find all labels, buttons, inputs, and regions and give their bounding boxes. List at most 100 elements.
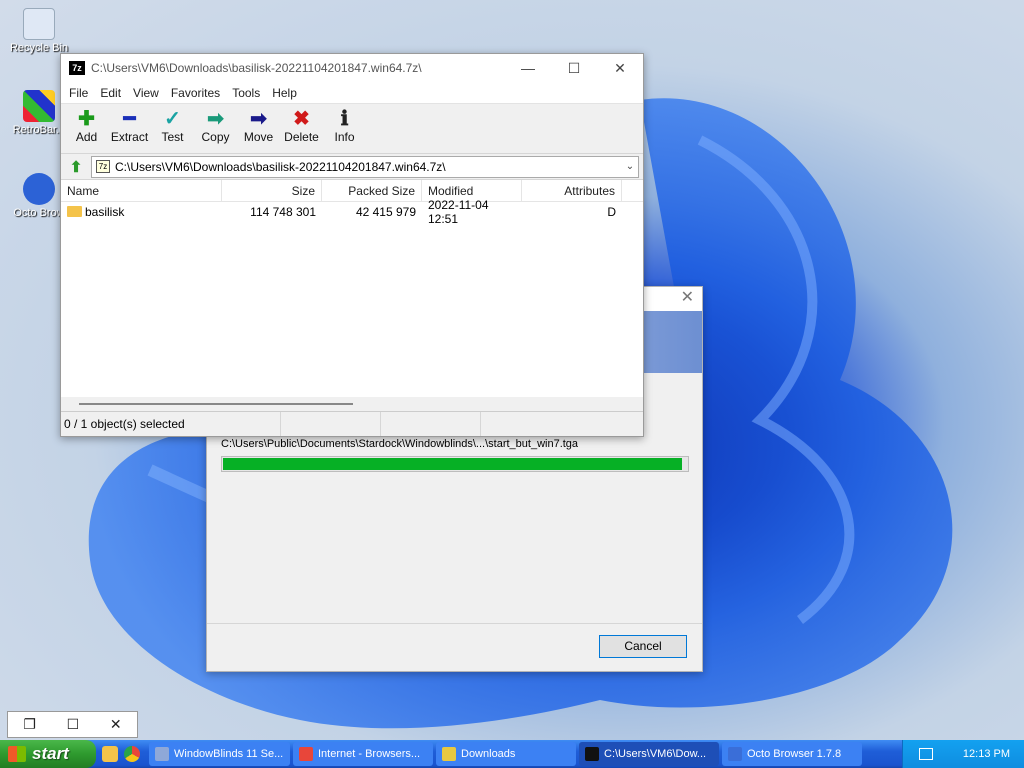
minus-icon: ━ (123, 108, 136, 130)
status-cell (281, 412, 381, 436)
row-name: basilisk (85, 205, 125, 219)
delete-x-icon: ✖ (293, 108, 310, 130)
toolbar-button-label: Copy (201, 130, 230, 144)
info-icon: ℹ (340, 108, 349, 130)
taskbar-task-button[interactable]: WindowBlinds 11 Se... (149, 742, 290, 766)
column-name[interactable]: Name (61, 180, 222, 201)
toolbar-button-copy[interactable]: ➡ Copy (194, 108, 237, 144)
menu-view[interactable]: View (127, 86, 165, 100)
dialog-close-icon[interactable]: ✕ (681, 289, 694, 306)
parent-folder-button[interactable]: ⬆ (65, 157, 87, 177)
restore-icon[interactable]: ❐ (23, 716, 36, 733)
taskbar-task-button[interactable]: Octo Browser 1.7.8 (722, 742, 862, 766)
toolbar-button-delete[interactable]: ✖ Delete (280, 108, 323, 144)
toolbar-button-label: Add (75, 130, 98, 144)
address-text: C:\Users\VM6\Downloads\basilisk-20221104… (115, 159, 446, 174)
dialog-separator (207, 623, 702, 624)
close-icon[interactable]: ✕ (110, 716, 122, 733)
row-packed-size: 42 415 979 (355, 205, 416, 219)
octo-browser-icon (23, 173, 55, 205)
check-icon: ✓ (164, 108, 181, 130)
close-icon: ✕ (614, 59, 626, 76)
taskbar-task-button[interactable]: Downloads (436, 742, 576, 766)
file-explorer-icon[interactable] (102, 746, 118, 762)
7zip-file-manager-window: 7z C:\Users\VM6\Downloads\basilisk-20221… (60, 53, 644, 437)
toolbar-button-add[interactable]: ✚ Add (65, 108, 108, 144)
maximize-icon[interactable]: ☐ (67, 716, 80, 733)
recycle-bin-icon (23, 8, 55, 40)
taskbar: start WindowBlinds 11 Se... Internet - Br… (0, 740, 1024, 768)
task-app-icon (442, 747, 456, 761)
scrollbar-thumb[interactable] (79, 403, 353, 405)
taskbar-task-button[interactable]: C:\Users\VM6\Dow... (579, 742, 719, 766)
start-label: start (32, 744, 69, 763)
folder-icon (67, 206, 82, 217)
table-row[interactable]: basilisk 114 748 301 42 415 979 2022-11-… (61, 198, 643, 226)
windows-flag-icon (8, 746, 26, 762)
address-bar: ⬆ 7z C:\Users\VM6\Downloads\basilisk-202… (61, 154, 643, 180)
toolbar-button-label: Move (243, 130, 274, 144)
task-label: WindowBlinds 11 Se... (174, 748, 284, 760)
column-attributes[interactable]: Attributes (522, 180, 622, 201)
retrobar-icon (23, 90, 55, 122)
archive-icon: 7z (96, 160, 110, 173)
progress-fill (223, 458, 683, 470)
quick-launch (96, 746, 146, 762)
horizontal-scrollbar[interactable] (61, 397, 643, 411)
maximize-button[interactable]: ☐ (551, 54, 597, 82)
clock[interactable]: 12:13 PM (963, 748, 1010, 760)
task-app-icon (728, 747, 742, 761)
current-file-path: C:\Users\Public\Documents\Stardock\Windo… (221, 438, 579, 450)
toolbar: ✚ Add ━ Extract ✓ Test ➡ Copy ➡ Move ✖ Delete ℹ Info (61, 104, 643, 154)
move-arrow-icon: ➡ (250, 108, 267, 130)
chevron-down-icon[interactable]: ⌄ (622, 161, 638, 172)
address-field[interactable]: 7z C:\Users\VM6\Downloads\basilisk-20221… (91, 155, 639, 178)
window-title: C:\Users\VM6\Downloads\basilisk-20221104… (91, 61, 422, 75)
menu-bar: File Edit View Favorites Tools Help (61, 82, 643, 104)
menu-edit[interactable]: Edit (94, 86, 127, 100)
status-selection: 0 / 1 object(s) selected (61, 412, 281, 436)
start-button[interactable]: start (0, 740, 96, 768)
desktop-icon-recycle-bin[interactable]: Recycle Bin (4, 8, 74, 54)
task-label: Downloads (461, 748, 516, 760)
row-name-cell: basilisk (61, 205, 222, 219)
window-titlebar: 7z C:\Users\VM6\Downloads\basilisk-20221… (61, 54, 643, 82)
toolbar-button-label: Test (161, 130, 184, 144)
column-packed-size[interactable]: Packed Size (322, 180, 422, 201)
menu-tools[interactable]: Tools (226, 86, 266, 100)
menu-favorites[interactable]: Favorites (165, 86, 226, 100)
task-label: Octo Browser 1.7.8 (747, 748, 842, 760)
file-list: Name Size Packed Size Modified Attribute… (61, 180, 643, 412)
toolbar-button-label: Extract (110, 130, 149, 144)
taskbar-task-button[interactable]: Internet - Browsers... (293, 742, 433, 766)
close-button[interactable]: ✕ (597, 54, 643, 82)
status-cell (481, 412, 581, 436)
task-label: Internet - Browsers... (318, 748, 421, 760)
minimize-icon: — (521, 60, 535, 76)
menu-help[interactable]: Help (266, 86, 303, 100)
plus-icon: ✚ (78, 108, 95, 130)
column-size[interactable]: Size (222, 180, 322, 201)
file-list-header: Name Size Packed Size Modified Attribute… (61, 180, 643, 202)
row-size: 114 748 301 (250, 205, 316, 219)
toolbar-button-move[interactable]: ➡ Move (237, 108, 280, 144)
toolbar-button-info[interactable]: ℹ Info (323, 108, 366, 144)
toolbar-button-label: Delete (284, 130, 319, 144)
status-cell (381, 412, 481, 436)
toolbar-button-test[interactable]: ✓ Test (151, 108, 194, 144)
system-tray: 12:13 PM (902, 740, 1024, 768)
toolbar-button-extract[interactable]: ━ Extract (108, 108, 151, 144)
7zip-app-icon: 7z (69, 61, 85, 75)
toolbar-button-label: Info (334, 130, 355, 144)
window-snap-menu: ❐ ☐ ✕ (7, 711, 138, 738)
network-icon[interactable] (918, 748, 933, 760)
cancel-button[interactable]: Cancel (599, 635, 687, 658)
minimize-button[interactable]: — (505, 54, 551, 82)
row-attributes: D (607, 205, 616, 219)
task-app-icon (155, 747, 169, 761)
task-app-icon (299, 747, 313, 761)
chrome-icon[interactable] (124, 746, 140, 762)
menu-file[interactable]: File (63, 86, 94, 100)
task-app-icon (585, 747, 599, 761)
task-label: C:\Users\VM6\Dow... (604, 748, 707, 760)
